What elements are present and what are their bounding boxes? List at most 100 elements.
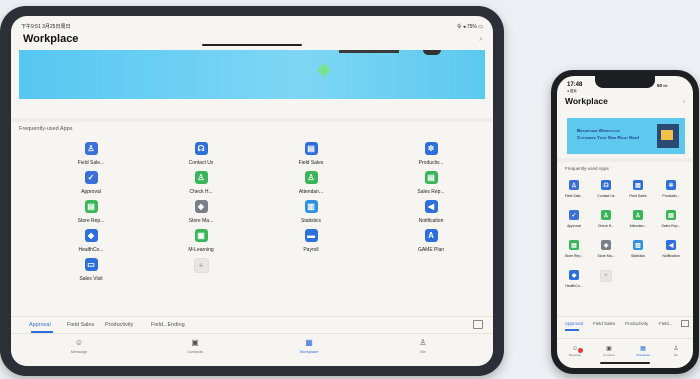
app-tile[interactable]: ▬ Payroll bbox=[271, 229, 351, 253]
wallet-icon: ▬ bbox=[304, 229, 318, 242]
phone-nav-workplace-label: Workplace bbox=[635, 353, 651, 357]
phone-tab-approval[interactable]: Approval bbox=[565, 321, 583, 326]
tabs-menu-icon[interactable] bbox=[473, 320, 483, 329]
tab-field-sales[interactable]: Field Sales bbox=[67, 322, 94, 328]
id-card-icon: ▤ bbox=[304, 142, 318, 155]
chat-icon: ☺ bbox=[571, 346, 579, 352]
phone-nav-workplace[interactable]: ▦ Workplace bbox=[628, 345, 658, 357]
app-tile[interactable]: ♙ Field Sale... bbox=[51, 142, 131, 166]
phone-app-tile[interactable]: ✲ Productiv... bbox=[656, 180, 686, 198]
gear-icon: ✲ bbox=[666, 180, 676, 190]
phone-app-tile[interactable]: ♙ Field Sale... bbox=[559, 180, 589, 198]
speaker-icon: ◀ bbox=[424, 200, 438, 213]
person-pin-icon: ♙ bbox=[304, 171, 318, 184]
phone-nav-me[interactable]: ♙ Me bbox=[661, 345, 691, 357]
app-label: M-Learning bbox=[188, 247, 214, 253]
phone-status-indicators: 50 ▭ bbox=[657, 83, 668, 88]
phone-section-label: Frequently-used Apps bbox=[565, 166, 609, 171]
app-label: Payroll bbox=[303, 247, 319, 253]
bar-chart-icon: ▥ bbox=[304, 200, 318, 213]
phone-screen: 17:48 ◂ 搜索 50 ▭ Workplace ⌕ Brand-new Wo… bbox=[557, 76, 693, 368]
phone-app-label: Statistics bbox=[630, 254, 645, 258]
nav-workplace[interactable]: ▦ Workplace bbox=[289, 338, 329, 354]
phone-app-tile[interactable]: ☊ Contact Us bbox=[591, 180, 621, 198]
app-label: Field Sale... bbox=[77, 160, 105, 166]
grid-icon: ▦ bbox=[305, 338, 313, 347]
app-tile[interactable]: ◀ Notification bbox=[391, 200, 471, 224]
app-label: Contact Us bbox=[188, 160, 214, 166]
app-tile[interactable]: ♙ Attendan... bbox=[271, 171, 351, 195]
app-tile[interactable]: ▤ Store Rep... bbox=[51, 200, 131, 224]
phone-active-tab-underline bbox=[565, 329, 579, 331]
nav-me[interactable]: ♙ Me bbox=[403, 338, 443, 354]
search-icon[interactable]: ⌕ bbox=[479, 36, 483, 44]
phone-app-tile[interactable]: ▤ Store Rep... bbox=[559, 240, 589, 258]
app-label: Sales Rep... bbox=[417, 189, 445, 195]
app-label: GAME Plan bbox=[417, 247, 445, 253]
phone-notch bbox=[595, 76, 655, 88]
phone-app-tile[interactable]: ▤ Field Sales bbox=[623, 180, 653, 198]
phone-tab-productivity[interactable]: Productivity bbox=[625, 321, 648, 326]
app-tile[interactable]: ▤ Sales Rep... bbox=[391, 171, 471, 195]
phone-app-label: Store Ma... bbox=[597, 254, 615, 258]
app-tile[interactable]: ♙ Check H... bbox=[161, 171, 241, 195]
app-label: Field Sales bbox=[298, 160, 324, 166]
add-app-tile[interactable]: + bbox=[161, 258, 241, 278]
phone-nav-contacts[interactable]: ▣ Contacts bbox=[594, 345, 624, 357]
phone-app-label: Sales Rep... bbox=[661, 224, 681, 228]
app-tile[interactable]: ☊ Contact Us bbox=[161, 142, 241, 166]
tab-field-ending[interactable]: Field...Ending bbox=[151, 322, 185, 328]
grid-icon: ▦ bbox=[640, 346, 646, 352]
person-icon: ♙ bbox=[419, 338, 427, 347]
phone-app-tile[interactable]: ▤ Sales Rep... bbox=[656, 210, 686, 228]
app-tile[interactable]: ✲ Productiv... bbox=[391, 142, 471, 166]
chat-icon: ☺ bbox=[74, 338, 84, 347]
app-label: Productiv... bbox=[418, 160, 444, 166]
app-tile[interactable]: ✓ Approval bbox=[51, 171, 131, 195]
id-card-icon: ▤ bbox=[633, 180, 643, 190]
phone-app-label: Field Sales bbox=[629, 194, 647, 198]
approval-check-icon: ✓ bbox=[84, 171, 98, 184]
app-tile[interactable]: A GAME Plan bbox=[391, 229, 471, 253]
nav-contacts[interactable]: ▣ Contacts bbox=[175, 338, 215, 354]
phone-add-app-tile[interactable]: + bbox=[591, 270, 621, 286]
app-tile[interactable]: ▭ Sales Visit bbox=[51, 258, 131, 282]
phone-nav-message[interactable]: ☺ Message bbox=[560, 345, 590, 357]
app-tile[interactable]: ▣ M-Learning bbox=[161, 229, 241, 253]
nav-workplace-label: Workplace bbox=[299, 349, 319, 354]
phone-category-tabs: Approval Field Sales Productivity Field.… bbox=[557, 316, 693, 331]
app-tile[interactable]: ▤ Field Sales bbox=[271, 142, 351, 166]
app-label: Store Ma... bbox=[188, 218, 214, 224]
tab-approval[interactable]: Approval bbox=[29, 322, 51, 328]
phone-app-label: Productiv... bbox=[662, 194, 680, 198]
phone-app-tile[interactable]: ♙ Check H... bbox=[591, 210, 621, 228]
shield-icon: ◆ bbox=[84, 229, 98, 242]
phone-app-tile[interactable]: ✓ Approval bbox=[559, 210, 589, 228]
phone-home-indicator bbox=[600, 362, 650, 364]
phone-back-link[interactable]: ◂ 搜索 bbox=[567, 89, 577, 94]
phone-app-tile[interactable]: ◆ HealthCo... bbox=[559, 270, 589, 288]
phone-app-tile[interactable]: ♙ Attendan... bbox=[623, 210, 653, 228]
phone-tab-field[interactable]: Field... bbox=[659, 321, 673, 326]
tablet-status-time: 下午9:51 3月25日周日 bbox=[21, 24, 71, 30]
phone-device: 17:48 ◂ 搜索 50 ▭ Workplace ⌕ Brand-new Wo… bbox=[551, 70, 699, 374]
phone-tabs-menu-icon[interactable] bbox=[681, 320, 689, 327]
phone-app-tile[interactable]: ◈ Store Ma... bbox=[591, 240, 621, 258]
phone-app-tile[interactable]: ◀ Notification bbox=[656, 240, 686, 258]
document-icon: ▤ bbox=[569, 240, 579, 250]
phone-tab-field-sales[interactable]: Field Sales bbox=[593, 321, 615, 326]
store-icon: ▭ bbox=[84, 258, 98, 271]
promo-banner[interactable] bbox=[19, 50, 485, 99]
app-tile[interactable]: ◆ HealthCo... bbox=[51, 229, 131, 253]
phone-search-icon[interactable]: ⌕ bbox=[683, 99, 686, 105]
app-tile[interactable]: ▥ Statistics bbox=[271, 200, 351, 224]
nav-message[interactable]: ☺ Message bbox=[59, 338, 99, 354]
bottom-nav: ☺ Message ▣ Contacts ▦ Workplace ♙ Me bbox=[11, 333, 493, 366]
app-label: Attendan... bbox=[298, 189, 324, 195]
tab-productivity[interactable]: Productivity bbox=[105, 322, 133, 328]
phone-promo-banner[interactable]: Brand-new Workplace Customize Your Own R… bbox=[567, 118, 685, 154]
page-title: Workplace bbox=[23, 33, 79, 45]
person-outline-icon: ♙ bbox=[569, 180, 579, 190]
app-tile[interactable]: ◈ Store Ma... bbox=[161, 200, 241, 224]
phone-app-tile[interactable]: ▥ Statistics bbox=[623, 240, 653, 258]
